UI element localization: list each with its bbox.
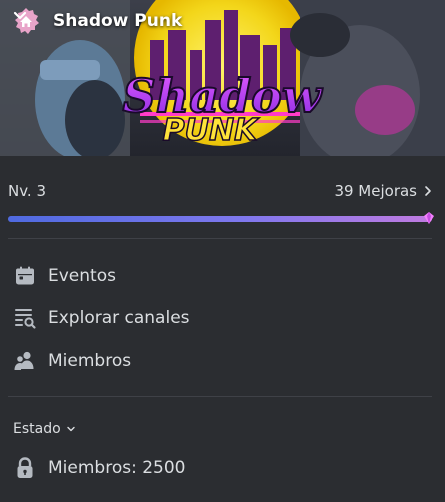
boost-progress-fill: [8, 216, 432, 222]
members-icon: [13, 349, 37, 373]
members-count-label: Miembros: 2500: [48, 458, 186, 478]
menu-item-eventos[interactable]: Eventos: [13, 258, 423, 294]
section-header-label: Estado: [13, 421, 61, 437]
boost-count-link[interactable]: 39 Mejoras: [334, 182, 433, 200]
menu-item-explorar-canales[interactable]: Explorar canales: [13, 300, 423, 336]
lock-icon: [13, 456, 37, 480]
members-count-row: Miembros: 2500: [13, 450, 423, 486]
menu-item-label: Miembros: [48, 351, 132, 371]
banner-logo-subtitle: PUNK: [163, 113, 260, 148]
boost-progress-bar: [8, 212, 434, 224]
server-banner: Shadow PUNK Shadow Punk: [0, 0, 445, 156]
boost-gem-icon: [424, 212, 434, 224]
server-header[interactable]: Shadow Punk: [12, 7, 429, 35]
menu-item-label: Explorar canales: [48, 308, 190, 328]
browse-channels-icon: [13, 306, 37, 330]
chevron-down-icon: [66, 426, 75, 432]
boost-count-label: 39 Mejoras: [334, 182, 417, 200]
boost-status: Nv. 3 39 Mejoras: [8, 180, 433, 202]
server-name: Shadow Punk: [53, 11, 183, 31]
calendar-icon: [13, 264, 37, 288]
menu-item-miembros[interactable]: Miembros: [13, 343, 423, 379]
divider: [8, 238, 432, 239]
divider: [8, 396, 432, 397]
chevron-down-icon[interactable]: [13, 11, 429, 31]
menu-item-label: Eventos: [48, 266, 116, 286]
estado-section-toggle[interactable]: Estado: [13, 421, 76, 437]
chevron-right-icon: [425, 186, 431, 196]
boost-level-label: Nv. 3: [8, 182, 47, 200]
